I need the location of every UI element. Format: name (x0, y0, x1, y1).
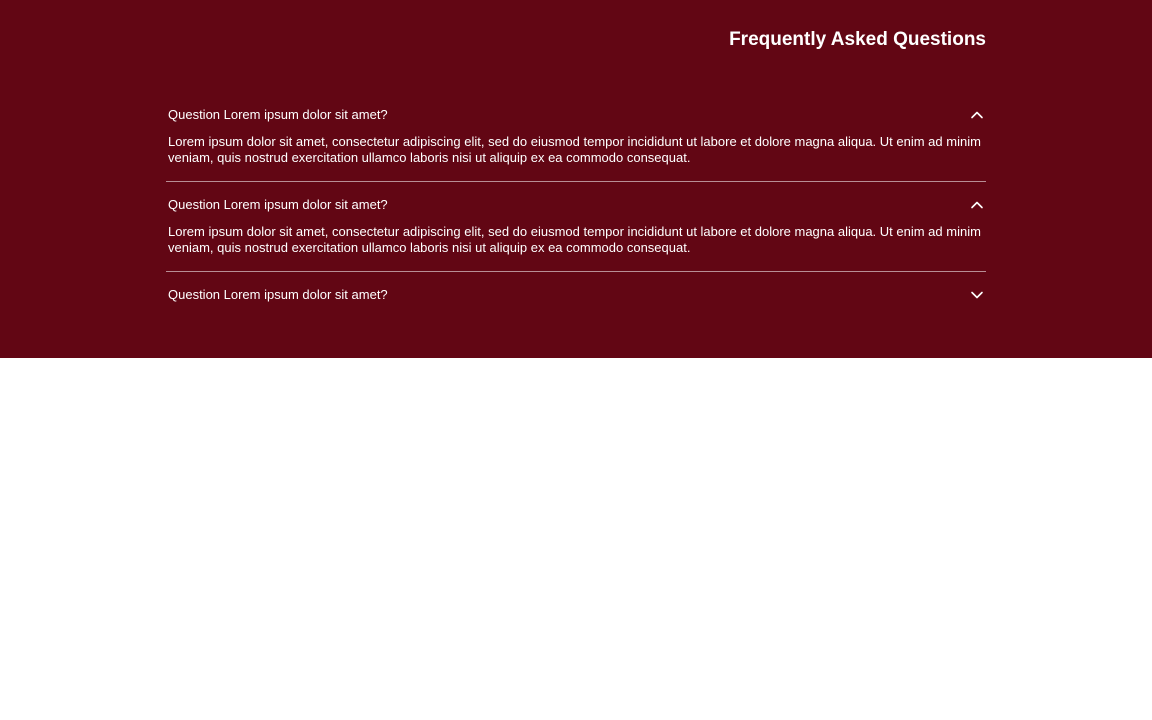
faq-question-1-text: Question Lorem ipsum dolor sit amet? (168, 107, 388, 122)
faq-container: Frequently Asked Questions Question Lore… (166, 28, 986, 318)
chevron-down-icon (971, 291, 983, 299)
faq-question-2-text: Question Lorem ipsum dolor sit amet? (168, 197, 388, 212)
faq-title: Frequently Asked Questions (729, 29, 986, 50)
chevron-up-icon (971, 111, 983, 119)
faq-list: Question Lorem ipsum dolor sit amet? Lor… (166, 92, 986, 318)
faq-item-1: Question Lorem ipsum dolor sit amet? Lor… (166, 92, 986, 182)
faq-question-3-toggle[interactable]: Question Lorem ipsum dolor sit amet? (166, 272, 986, 318)
faq-item-2: Question Lorem ipsum dolor sit amet? Lor… (166, 182, 986, 272)
chevron-up-icon (971, 201, 983, 209)
faq-answer-1: Lorem ipsum dolor sit amet, consectetur … (168, 134, 981, 165)
faq-question-1-toggle[interactable]: Question Lorem ipsum dolor sit amet? (166, 92, 986, 138)
faq-item-3: Question Lorem ipsum dolor sit amet? (166, 272, 986, 318)
faq-answer-2: Lorem ipsum dolor sit amet, consectetur … (168, 224, 981, 255)
faq-question-2-toggle[interactable]: Question Lorem ipsum dolor sit amet? (166, 182, 986, 228)
faq-question-3-text: Question Lorem ipsum dolor sit amet? (168, 287, 388, 302)
faq-section: Frequently Asked Questions Question Lore… (0, 0, 1152, 358)
